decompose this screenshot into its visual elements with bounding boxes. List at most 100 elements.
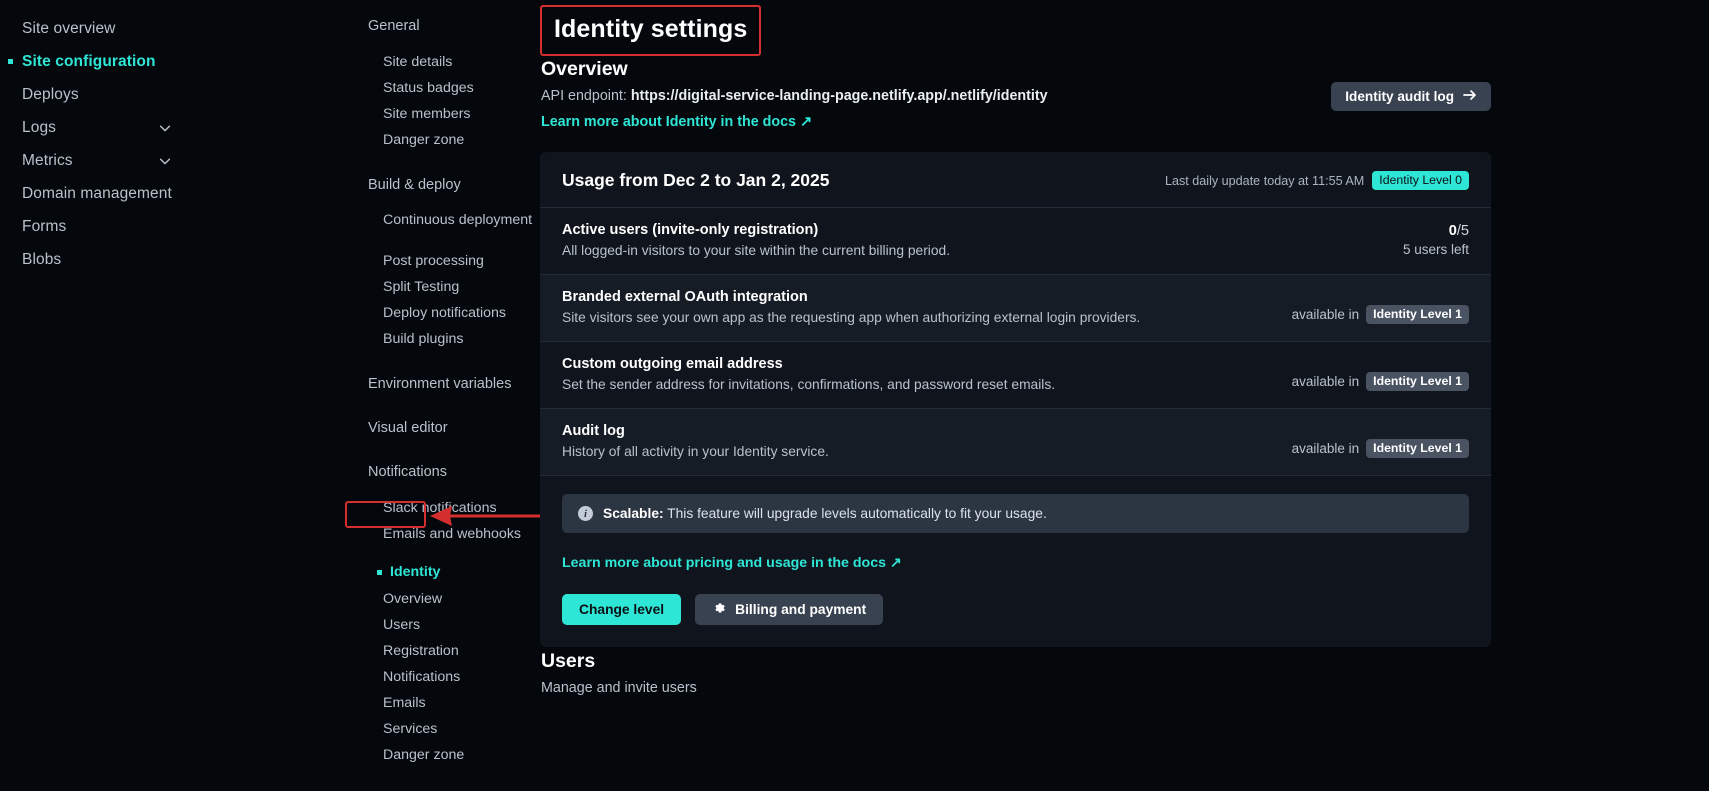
subnav-item-label: Continuous deployment bbox=[383, 212, 533, 228]
chevron-down-icon[interactable] bbox=[158, 121, 172, 135]
available-in-text: available in bbox=[1291, 307, 1360, 322]
subnav-item-label: Split Testing bbox=[383, 279, 460, 296]
usage-card-title: Usage from Dec 2 to Jan 2, 2025 bbox=[562, 170, 830, 190]
usage-row-active-users: Active users (invite-only registration) … bbox=[540, 208, 1491, 275]
subnav-group-general[interactable]: General bbox=[340, 12, 540, 39]
subnav-group-build-deploy[interactable]: Build & deploy bbox=[340, 171, 540, 198]
subnav-item-identity-overview[interactable]: Overview bbox=[340, 587, 540, 613]
subnav-item-identity[interactable]: Identity bbox=[340, 559, 540, 587]
subnav-item-identity-emails[interactable]: Emails bbox=[340, 691, 540, 717]
info-icon: i bbox=[578, 506, 593, 521]
subnav-item-build-plugins[interactable]: Build plugins bbox=[340, 327, 540, 353]
subnav-group-environment-variables[interactable]: Environment variables bbox=[340, 370, 540, 397]
overview-heading: Overview bbox=[541, 58, 628, 80]
page-title: Identity settings bbox=[554, 15, 748, 43]
subnav-item-site-details[interactable]: Site details bbox=[340, 50, 540, 76]
usage-row-description: Set the sender address for invitations, … bbox=[562, 377, 1056, 392]
subnav-group-label: Build & deploy bbox=[368, 176, 461, 193]
main-content: Identity settings Overview API endpoint:… bbox=[540, 0, 1709, 791]
subnav-item-label: Build plugins bbox=[383, 331, 464, 348]
subnav-group-notifications[interactable]: Notifications bbox=[340, 458, 540, 485]
usage-card-header: Usage from Dec 2 to Jan 2, 2025 Last dai… bbox=[540, 152, 1491, 208]
available-in-text: available in bbox=[1291, 374, 1360, 389]
subnav-item-label: Site details bbox=[383, 54, 453, 71]
change-level-button[interactable]: Change level bbox=[562, 594, 682, 625]
scalable-info-banner: i Scalable: This feature will upgrade le… bbox=[562, 494, 1469, 533]
gear-icon bbox=[712, 601, 726, 618]
usage-row-value-limit: /5 bbox=[1456, 223, 1469, 239]
sidebar-item-domain-management[interactable]: Domain management bbox=[0, 177, 380, 210]
secondary-sidebar: General Site details Status badges Site … bbox=[340, 0, 540, 791]
api-endpoint-value: https://digital-service-landing-page.net… bbox=[630, 88, 1048, 104]
info-banner-label: Scalable: bbox=[603, 506, 664, 521]
subnav-item-identity-notifications[interactable]: Notifications bbox=[340, 665, 540, 691]
usage-row-title: Audit log bbox=[562, 423, 625, 439]
subnav-group-label: General bbox=[368, 17, 420, 34]
sidebar-item-site-configuration[interactable]: Site configuration bbox=[0, 45, 380, 78]
sidebar-item-metrics[interactable]: Metrics bbox=[0, 144, 380, 177]
identity-docs-link[interactable]: Learn more about Identity in the docs ↗ bbox=[541, 114, 812, 130]
subnav-item-identity-danger-zone[interactable]: Danger zone bbox=[340, 743, 540, 769]
identity-level-badge: Identity Level 0 bbox=[1372, 171, 1469, 190]
sidebar-item-label: Deploys bbox=[22, 85, 79, 103]
subnav-group-label: Environment variables bbox=[368, 375, 512, 392]
sidebar-item-label: Site configuration bbox=[22, 52, 156, 70]
usage-row-description: All logged-in visitors to your site with… bbox=[562, 243, 951, 258]
subnav-item-label: Registration bbox=[383, 643, 459, 660]
subnav-item-danger-zone[interactable]: Danger zone bbox=[340, 128, 540, 154]
sidebar-item-label: Metrics bbox=[22, 151, 73, 169]
sidebar-item-label: Site overview bbox=[22, 19, 116, 37]
subnav-item-split-testing[interactable]: Split Testing bbox=[340, 275, 540, 301]
subnav-item-status-badges[interactable]: Status badges bbox=[340, 76, 540, 102]
identity-audit-log-button[interactable]: Identity audit log bbox=[1331, 82, 1491, 111]
usage-row-description: History of all activity in your Identity… bbox=[562, 444, 829, 459]
subnav-item-label: Danger zone bbox=[383, 132, 465, 149]
subnav-item-site-members[interactable]: Site members bbox=[340, 102, 540, 128]
last-update-text: Last daily update today at 11:55 AM bbox=[1164, 173, 1365, 188]
sidebar-item-deploys[interactable]: Deploys bbox=[0, 78, 380, 111]
api-endpoint-label: API endpoint: bbox=[541, 88, 631, 104]
sidebar-item-label: Domain management bbox=[22, 184, 172, 202]
subnav-group-visual-editor[interactable]: Visual editor bbox=[340, 414, 540, 441]
usage-row-description: Site visitors see your own app as the re… bbox=[562, 310, 1141, 325]
subnav-item-continuous-deployment[interactable]: Continuous deployment bbox=[340, 209, 540, 249]
usage-row-value: 0/5 bbox=[1403, 223, 1469, 239]
billing-and-payment-button[interactable]: Billing and payment bbox=[695, 594, 884, 625]
subnav-item-label: Post processing bbox=[383, 253, 484, 270]
subnav-item-post-processing[interactable]: Post processing bbox=[340, 249, 540, 275]
sidebar-item-forms[interactable]: Forms bbox=[0, 210, 380, 243]
subnav-item-slack-notifications[interactable]: Slack notifications bbox=[340, 496, 540, 522]
page-title-highlight: Identity settings bbox=[540, 5, 762, 56]
active-bullet-icon bbox=[8, 59, 13, 64]
subnav-item-emails-and-webhooks[interactable]: Emails and webhooks bbox=[340, 522, 540, 548]
usage-row-title: Branded external OAuth integration bbox=[562, 289, 808, 305]
subnav-item-label: Emails and webhooks bbox=[383, 526, 522, 543]
subnav-item-label: Identity bbox=[390, 564, 441, 581]
usage-card-actions: Change level Billing and payment bbox=[562, 594, 1469, 625]
sidebar-item-logs[interactable]: Logs bbox=[0, 111, 380, 144]
chevron-down-icon[interactable] bbox=[158, 154, 172, 168]
subnav-item-label: Services bbox=[383, 721, 438, 738]
subnav-item-deploy-notifications[interactable]: Deploy notifications bbox=[340, 301, 540, 327]
sidebar-item-site-overview[interactable]: Site overview bbox=[0, 12, 380, 45]
subnav-item-label: Deploy notifications bbox=[383, 305, 507, 322]
users-section-heading: Users bbox=[541, 650, 596, 672]
subnav-item-identity-registration[interactable]: Registration bbox=[340, 639, 540, 665]
subnav-item-identity-users[interactable]: Users bbox=[340, 613, 540, 639]
sidebar-item-blobs[interactable]: Blobs bbox=[0, 243, 380, 276]
billing-button-label: Billing and payment bbox=[735, 602, 867, 617]
usage-row-value-current: 0 bbox=[1448, 223, 1457, 239]
subnav-item-label: Slack notifications bbox=[383, 500, 497, 517]
audit-log-button-label: Identity audit log bbox=[1345, 89, 1454, 104]
users-section-subtitle: Manage and invite users bbox=[541, 680, 697, 696]
subnav-item-identity-services[interactable]: Services bbox=[340, 717, 540, 743]
pricing-docs-link[interactable]: Learn more about pricing and usage in th… bbox=[562, 555, 902, 571]
usage-row-subvalue: 5 users left bbox=[1402, 242, 1469, 257]
active-bullet-icon bbox=[377, 570, 382, 575]
available-level-badge: Identity Level 1 bbox=[1366, 372, 1469, 391]
usage-card-footer: i Scalable: This feature will upgrade le… bbox=[540, 476, 1491, 647]
subnav-item-label: Site members bbox=[383, 106, 471, 123]
usage-row-branded-oauth: Branded external OAuth integration Site … bbox=[540, 275, 1491, 342]
subnav-item-label: Emails bbox=[383, 695, 426, 712]
subnav-item-label: Status badges bbox=[383, 80, 474, 97]
